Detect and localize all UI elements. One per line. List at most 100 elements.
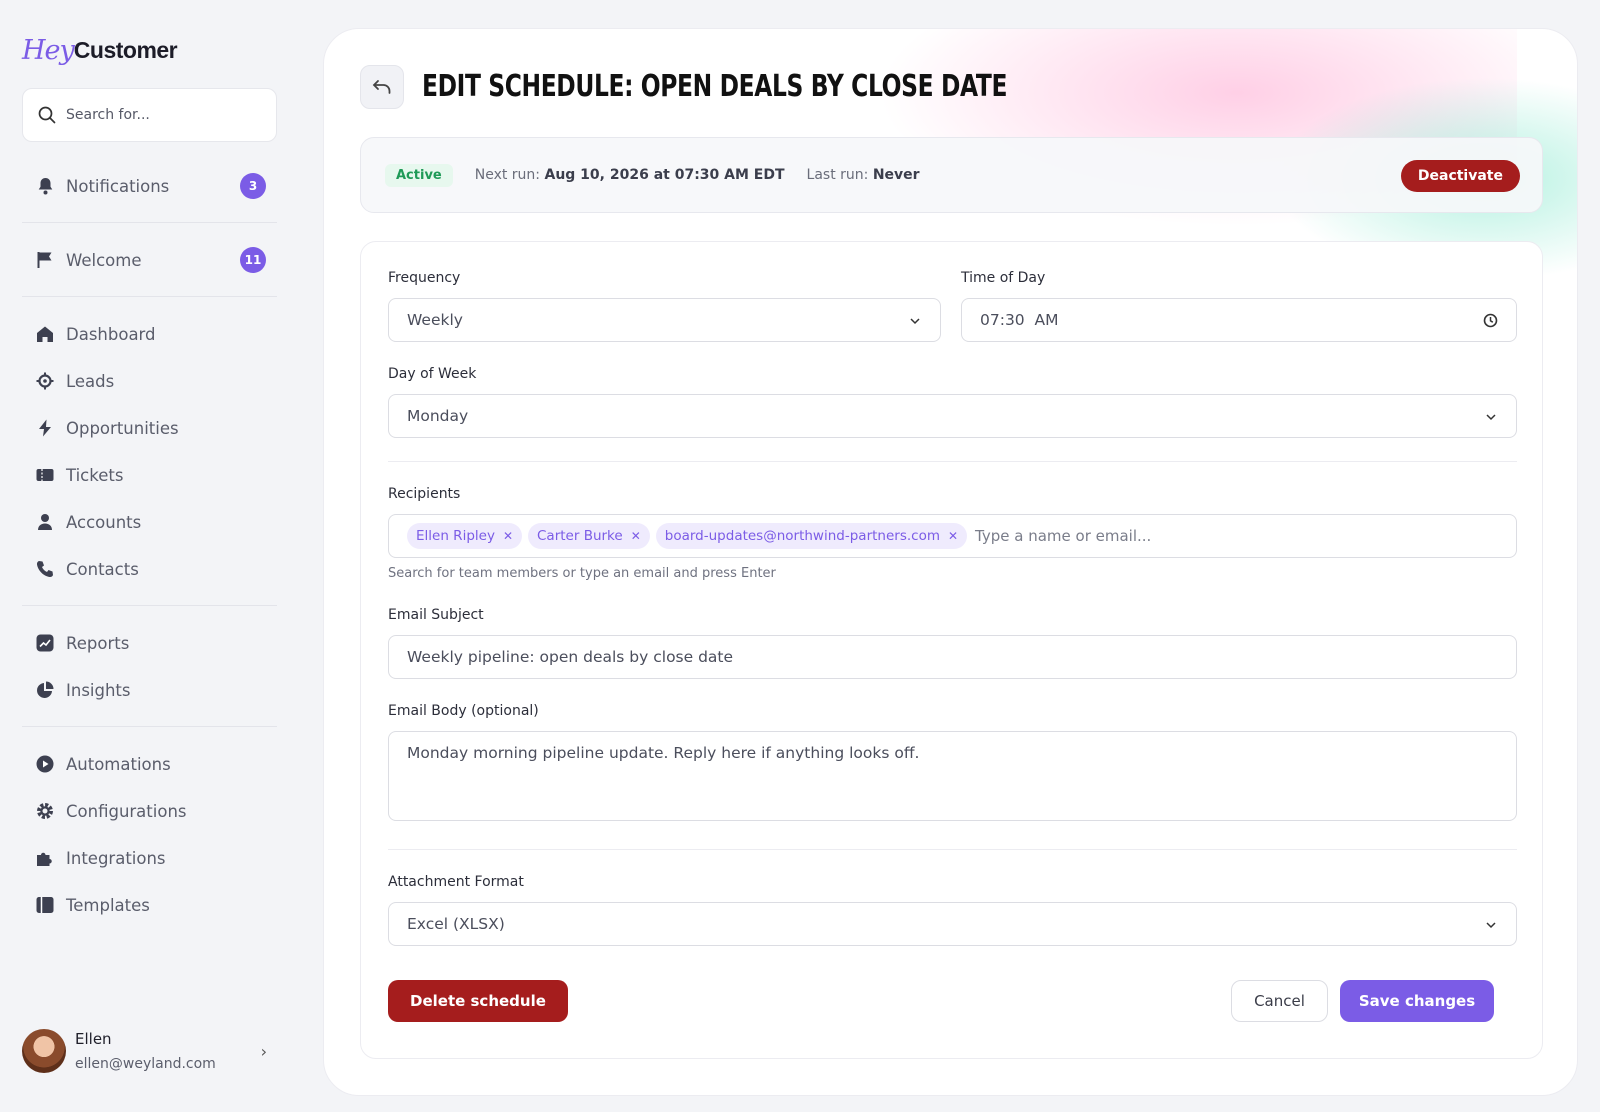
day-of-week-select[interactable]: Monday bbox=[388, 394, 1517, 438]
target-icon bbox=[36, 372, 54, 390]
puzzle-icon bbox=[36, 849, 54, 867]
delete-schedule-button[interactable]: Delete schedule bbox=[388, 980, 568, 1022]
sidebar-item-label: Reports bbox=[66, 633, 130, 653]
remove-chip-icon[interactable]: ✕ bbox=[503, 529, 513, 543]
sidebar-item-dashboard[interactable]: Dashboard bbox=[36, 319, 266, 349]
chevron-down-icon bbox=[910, 318, 920, 325]
status-badge: Active bbox=[385, 163, 453, 187]
day-of-week-label: Day of Week bbox=[388, 366, 477, 382]
bolt-icon bbox=[36, 419, 54, 437]
sidebar-item-accounts[interactable]: Accounts bbox=[36, 507, 266, 537]
deactivate-button[interactable]: Deactivate bbox=[1400, 160, 1520, 192]
email-subject-input[interactable]: Weekly pipeline: open deals by close dat… bbox=[388, 635, 1517, 679]
search-input[interactable]: Search for... bbox=[22, 88, 277, 142]
sidebar-item-label: Notifications bbox=[66, 176, 170, 196]
chip-label: Carter Burke bbox=[537, 528, 623, 544]
sidebar-item-label: Leads bbox=[66, 371, 115, 391]
attachment-format-value: Excel (XLSX) bbox=[407, 915, 505, 933]
recipients-input[interactable]: Ellen Ripley ✕ Carter Burke ✕ board-update… bbox=[388, 514, 1517, 558]
welcome-count-badge: 11 bbox=[240, 247, 266, 273]
ticket-icon bbox=[36, 466, 54, 484]
frequency-select[interactable]: Weekly bbox=[388, 298, 941, 342]
next-run: Next run: Aug 10, 2026 at 07:30 AM EDT bbox=[475, 167, 785, 183]
sidebar-item-notifications[interactable]: Notifications 3 bbox=[36, 171, 266, 201]
clock-icon bbox=[1483, 313, 1498, 328]
day-value: Monday bbox=[407, 407, 469, 425]
sidebar-item-tickets[interactable]: Tickets bbox=[36, 460, 266, 490]
sidebar-item-label: Integrations bbox=[66, 848, 166, 868]
recipients-hint: Search for team members or type an email… bbox=[388, 566, 776, 581]
cancel-button[interactable]: Cancel bbox=[1231, 980, 1328, 1022]
chevron-down-icon bbox=[1486, 414, 1496, 421]
flag-icon bbox=[36, 251, 54, 269]
user-name: Ellen bbox=[75, 1030, 112, 1048]
bell-icon bbox=[36, 177, 54, 195]
recipient-chip[interactable]: board-updates@northwind-partners.com ✕ bbox=[655, 523, 968, 549]
search-placeholder: Search for... bbox=[66, 107, 150, 123]
user-icon bbox=[36, 513, 54, 531]
sidebar-item-label: Accounts bbox=[66, 512, 142, 532]
time-of-day-input[interactable]: 07:30 AM bbox=[961, 298, 1517, 342]
recipient-chip[interactable]: Carter Burke ✕ bbox=[528, 523, 650, 549]
sidebar-item-insights[interactable]: Insights bbox=[36, 675, 266, 705]
frequency-value: Weekly bbox=[407, 311, 463, 329]
user-email: ellen@weyland.com bbox=[75, 1056, 216, 1072]
form-divider bbox=[388, 849, 1517, 850]
sidebar-item-label: Welcome bbox=[66, 250, 142, 270]
remove-chip-icon[interactable]: ✕ bbox=[948, 529, 958, 543]
sidebar-item-label: Insights bbox=[66, 680, 131, 700]
save-changes-button[interactable]: Save changes bbox=[1340, 980, 1494, 1022]
undo-arrow-icon bbox=[372, 80, 391, 94]
form-divider bbox=[388, 461, 1517, 462]
play-icon bbox=[36, 755, 54, 773]
sidebar-item-templates[interactable]: Templates bbox=[36, 890, 266, 920]
chevron-down-icon bbox=[1486, 922, 1496, 929]
sidebar-item-automations[interactable]: Automations bbox=[36, 749, 266, 779]
sidebar-item-opportunities[interactable]: Opportunities bbox=[36, 413, 266, 443]
avatar bbox=[22, 1029, 66, 1073]
sidebar-item-contacts[interactable]: Contacts bbox=[36, 554, 266, 584]
sidebar-item-label: Automations bbox=[66, 754, 171, 774]
last-run-value: Never bbox=[872, 167, 920, 183]
logo-hey: Hey bbox=[22, 34, 75, 66]
notifications-count-badge: 3 bbox=[240, 173, 266, 199]
recipients-placeholder: Type a name or email... bbox=[975, 527, 1152, 545]
recipient-chip[interactable]: Ellen Ripley ✕ bbox=[407, 523, 522, 549]
chart-icon bbox=[36, 634, 54, 652]
remove-chip-icon[interactable]: ✕ bbox=[631, 529, 641, 543]
user-profile[interactable]: Ellen ellen@weyland.com › bbox=[22, 1026, 277, 1076]
chevron-right-icon: › bbox=[260, 1042, 267, 1061]
sidebar-divider bbox=[22, 726, 277, 727]
sidebar-item-reports[interactable]: Reports bbox=[36, 628, 266, 658]
email-body-textarea[interactable]: Monday morning pipeline update. Reply he… bbox=[388, 731, 1517, 821]
sidebar-item-configurations[interactable]: Configurations bbox=[36, 796, 266, 826]
sidebar-divider bbox=[22, 605, 277, 606]
gear-icon bbox=[36, 802, 54, 820]
chip-label: Ellen Ripley bbox=[416, 528, 495, 544]
search-icon bbox=[38, 106, 56, 124]
sidebar-item-label: Configurations bbox=[66, 801, 187, 821]
pie-icon bbox=[36, 681, 54, 699]
schedule-status-bar: Active Next run: Aug 10, 2026 at 07:30 A… bbox=[360, 137, 1543, 213]
sidebar-item-label: Templates bbox=[66, 895, 150, 915]
logo-customer: Customer bbox=[73, 36, 178, 63]
schedule-form: Frequency Weekly Time of Day 07:30 AM Da… bbox=[360, 241, 1543, 1059]
sidebar-item-integrations[interactable]: Integrations bbox=[36, 843, 266, 873]
sidebar-item-leads[interactable]: Leads bbox=[36, 366, 266, 396]
brand-logo[interactable]: Hey Customer bbox=[22, 32, 178, 68]
sidebar-item-welcome[interactable]: Welcome 11 bbox=[36, 245, 266, 275]
sidebar-item-label: Contacts bbox=[66, 559, 139, 579]
back-button[interactable] bbox=[360, 65, 404, 109]
sidebar: Hey Customer Search for... Notifications … bbox=[0, 0, 300, 1112]
frequency-label: Frequency bbox=[388, 270, 461, 286]
email-subject-label: Email Subject bbox=[388, 607, 484, 623]
last-run: Last run: Never bbox=[807, 167, 920, 183]
last-run-label: Last run: bbox=[806, 167, 869, 183]
attachment-format-select[interactable]: Excel (XLSX) bbox=[388, 902, 1517, 946]
recipients-label: Recipients bbox=[388, 486, 461, 502]
time-of-day-label: Time of Day bbox=[961, 270, 1046, 286]
attachment-format-label: Attachment Format bbox=[388, 874, 524, 890]
email-body-value: Monday morning pipeline update. Reply he… bbox=[407, 744, 920, 762]
email-body-label: Email Body (optional) bbox=[388, 703, 539, 719]
sidebar-item-label: Tickets bbox=[66, 465, 124, 485]
